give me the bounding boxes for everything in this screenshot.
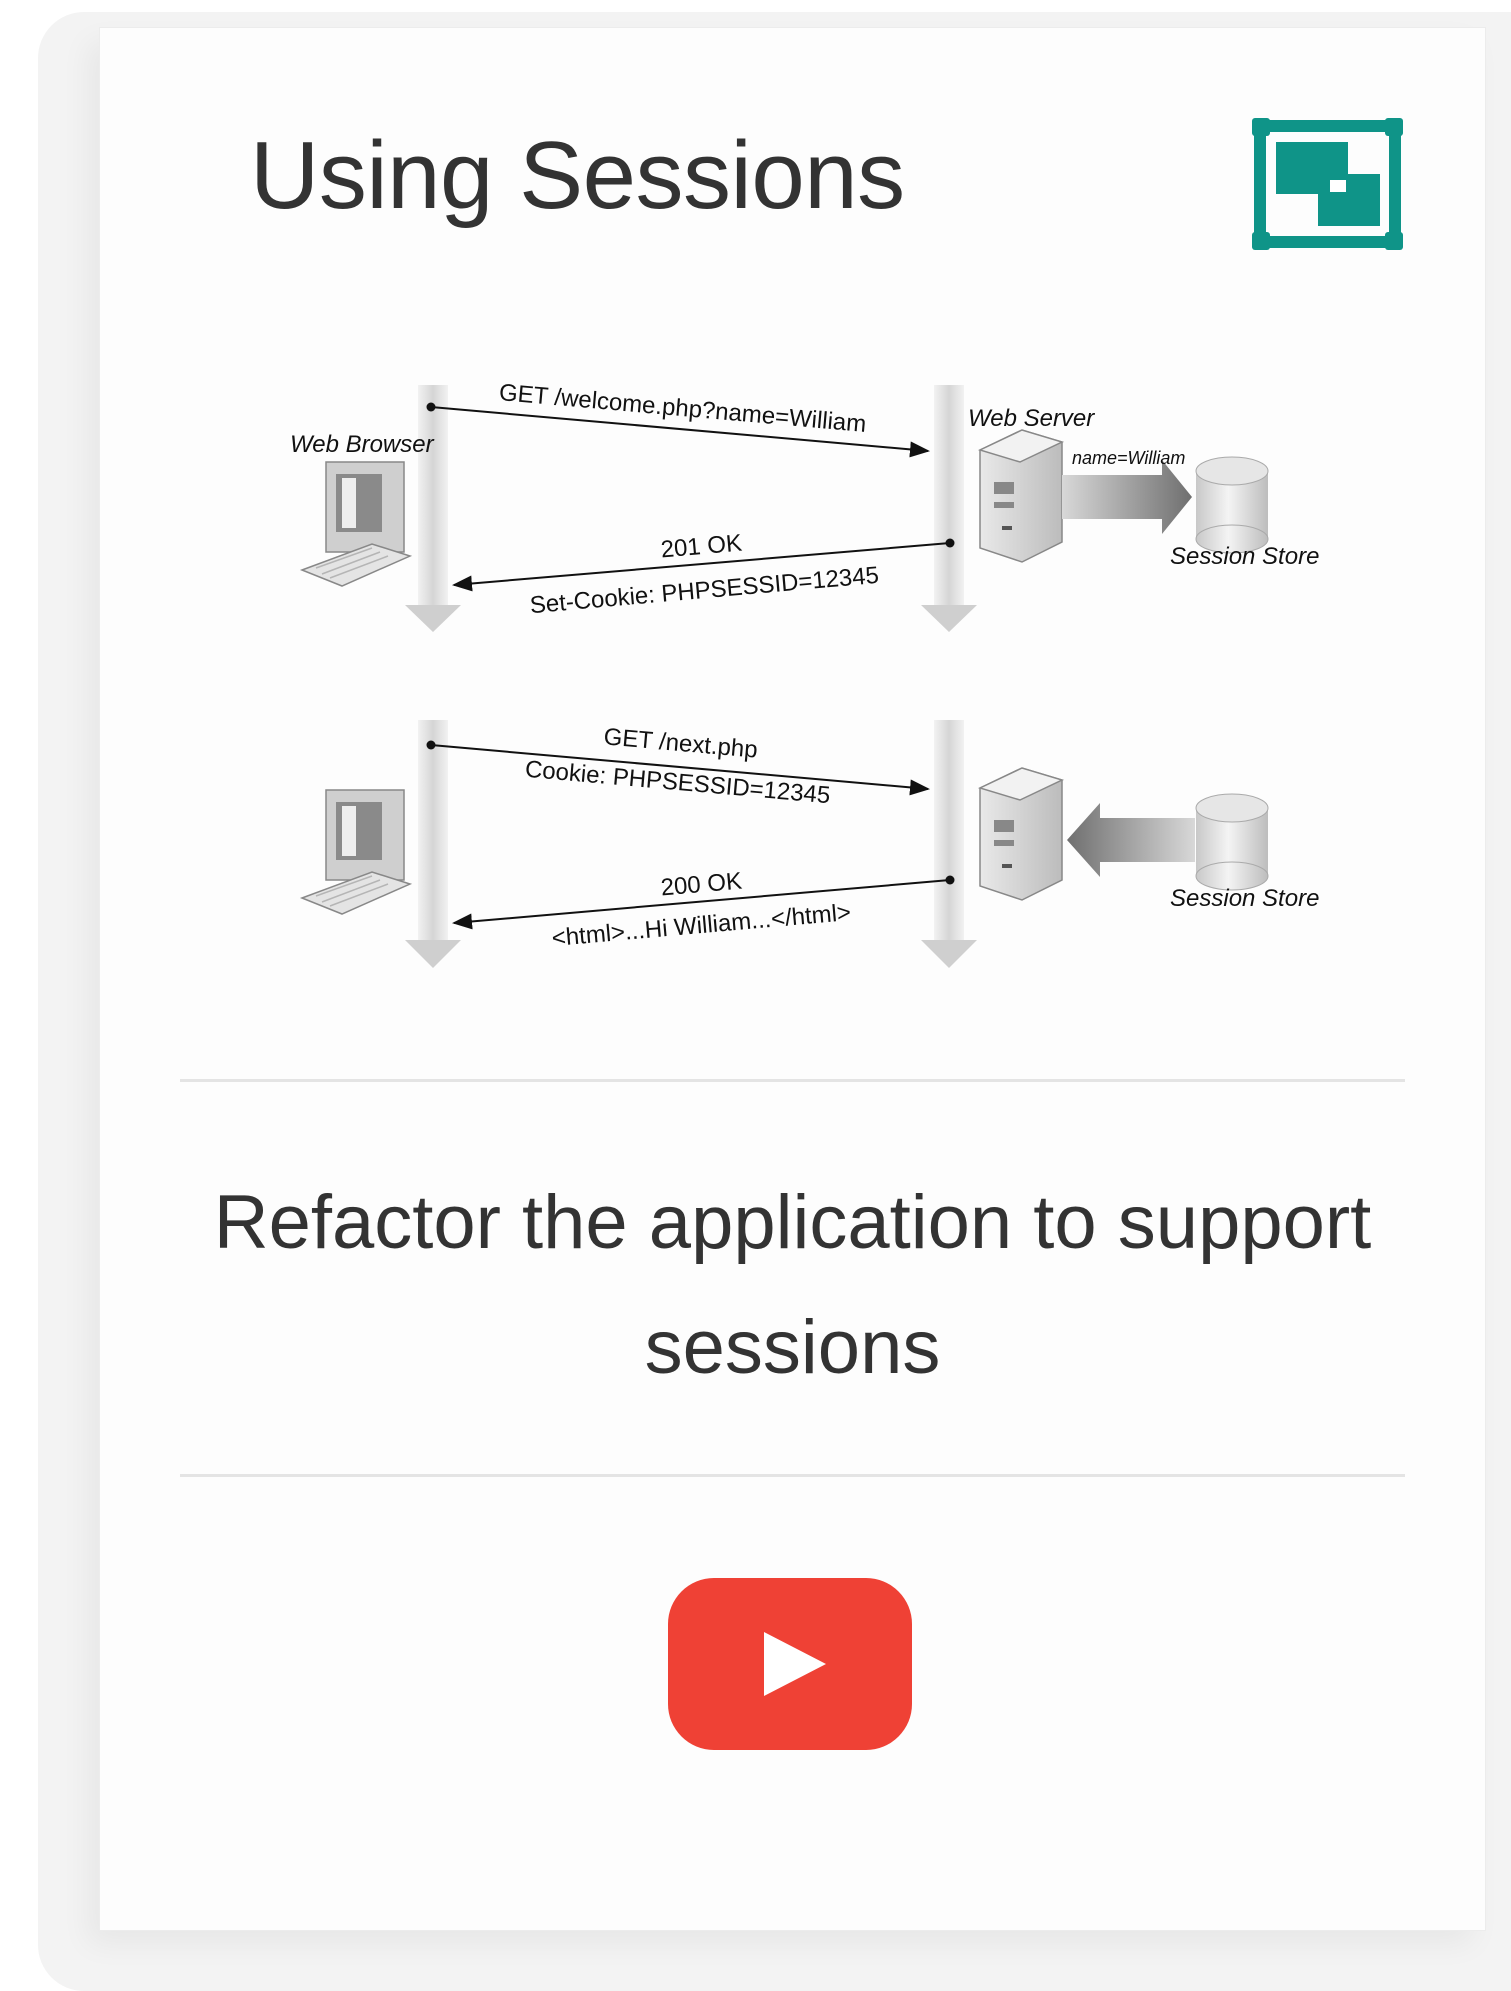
slide-description: Refactor the application to support sess… xyxy=(213,1180,1372,1390)
youtube-play-button[interactable] xyxy=(668,1578,912,1750)
page-title: Using Sessions xyxy=(250,122,905,229)
window-frame-icon xyxy=(1252,118,1403,250)
youtube-play-icon xyxy=(764,1632,826,1696)
divider xyxy=(180,1079,1405,1082)
divider xyxy=(180,1474,1405,1477)
